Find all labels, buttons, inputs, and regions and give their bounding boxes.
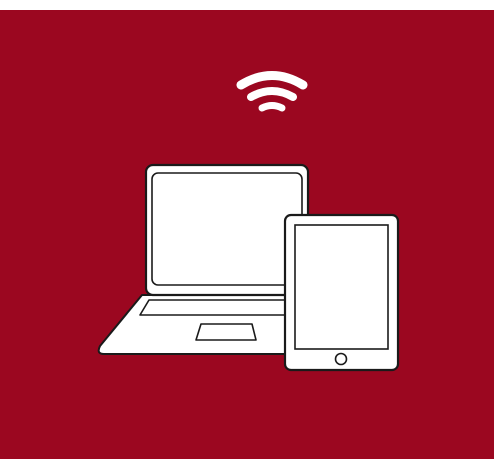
illustration-canvas bbox=[0, 0, 495, 463]
tablet-screen bbox=[294, 224, 389, 350]
tablet-home-button bbox=[334, 352, 348, 366]
laptop-screen bbox=[151, 172, 303, 286]
tablet-icon bbox=[283, 213, 400, 372]
laptop-trackpad bbox=[195, 323, 257, 341]
devices-wifi-illustration bbox=[0, 10, 494, 459]
wifi-arc-inner bbox=[258, 102, 286, 112]
laptop-keyboard bbox=[139, 299, 299, 316]
